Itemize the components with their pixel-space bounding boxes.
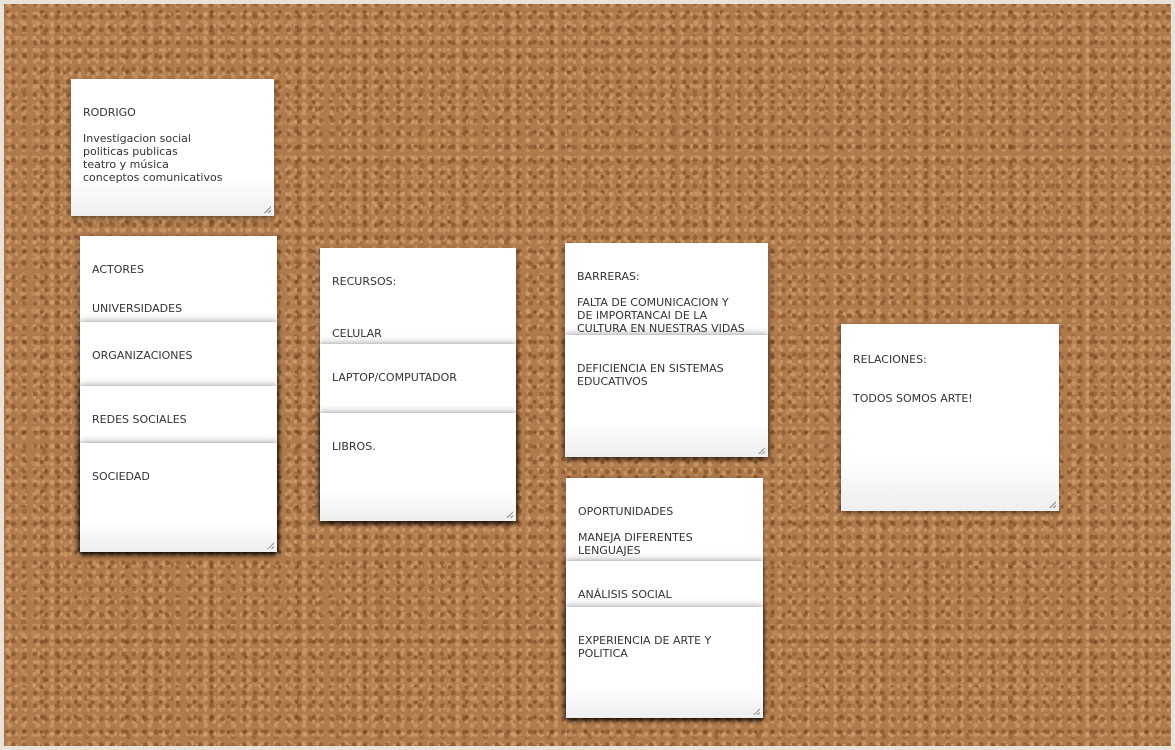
note-text[interactable]: ACTORES UNIVERSIDADES [92,263,267,315]
note-text[interactable]: ANÁLISIS SOCIAL [578,588,753,601]
sticky-note-experiencia[interactable]: EXPERIENCIA DE ARTE Y POLITICA [566,607,763,718]
resize-handle-icon[interactable] [264,206,271,213]
note-text[interactable]: RODRIGO Investigacion social politicas p… [83,106,264,184]
note-text[interactable]: OPORTUNIDADES MANEJA DIFERENTES LENGUAJE… [578,505,753,557]
note-text[interactable]: SOCIEDAD [92,470,267,483]
sticky-note-deficiencia[interactable]: DEFICIENCIA EN SISTEMAS EDUCATIVOS [565,335,768,457]
resize-handle-icon[interactable] [753,708,760,715]
note-text[interactable]: LAPTOP/COMPUTADOR [332,371,506,384]
resize-handle-icon[interactable] [267,542,274,549]
sticky-note-libros[interactable]: LIBROS. [320,413,516,521]
note-text[interactable]: BARRERAS: FALTA DE COMUNICACION Y DE IMP… [577,270,758,335]
sticky-note-rodrigo[interactable]: RODRIGO Investigacion social politicas p… [71,79,274,216]
resize-handle-icon[interactable] [1049,501,1056,508]
note-text[interactable]: RELACIONES: TODOS SOMOS ARTE! [853,353,1049,405]
resize-handle-icon[interactable] [758,447,765,454]
sticky-note-sociedad[interactable]: SOCIEDAD [80,443,277,552]
sticky-note-relaciones[interactable]: RELACIONES: TODOS SOMOS ARTE! [841,324,1059,511]
note-text[interactable]: REDES SOCIALES [92,413,267,426]
note-text[interactable]: LIBROS. [332,440,506,453]
note-text[interactable]: EXPERIENCIA DE ARTE Y POLITICA [578,634,753,660]
note-text[interactable]: DEFICIENCIA EN SISTEMAS EDUCATIVOS [577,362,758,388]
note-text[interactable]: RECURSOS: CELULAR [332,275,506,340]
resize-handle-icon[interactable] [506,511,513,518]
note-text[interactable]: ORGANIZACIONES [92,349,267,362]
